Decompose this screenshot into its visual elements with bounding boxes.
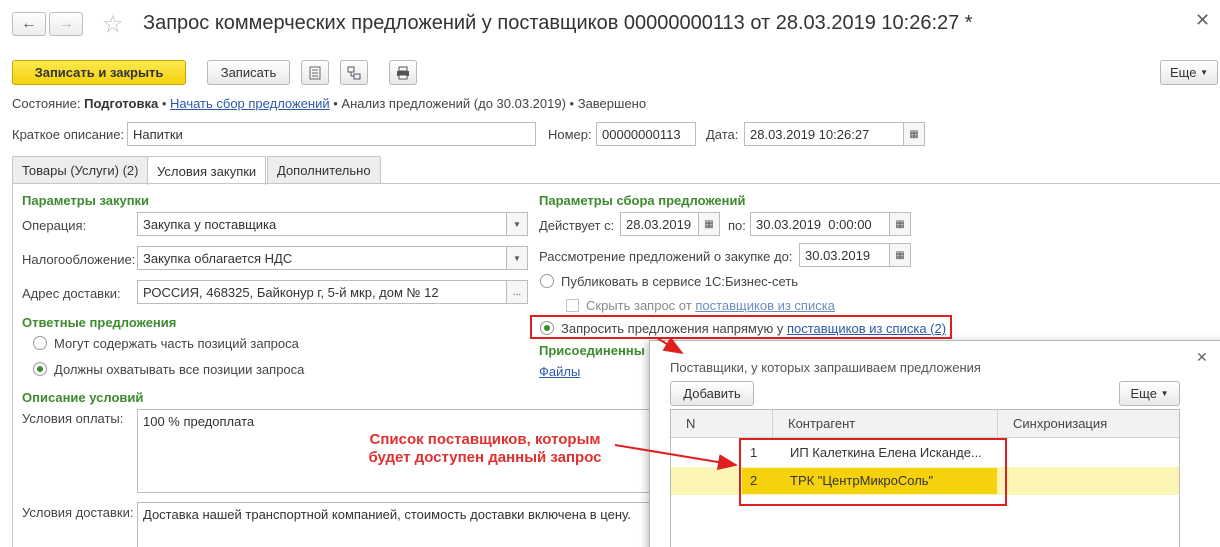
valid-from-field[interactable]: 28.03.2019 ▦	[620, 212, 720, 236]
column-header-n[interactable]: N	[671, 410, 773, 438]
status-analysis: Анализ предложений (до 30.03.2019)	[341, 96, 566, 111]
hide-text: Скрыть запрос от	[586, 298, 692, 313]
status-label: Состояние:	[12, 96, 81, 111]
status-line: Состояние: Подготовка • Начать сбор пред…	[12, 96, 647, 111]
number-label: Номер:	[548, 127, 592, 142]
calendar-icon[interactable]: ▦	[889, 244, 910, 266]
more-label: Еще	[1170, 65, 1197, 80]
tax-value: Закупка облагается НДС	[143, 251, 293, 266]
document-list-button[interactable]	[301, 60, 329, 85]
valid-to-value: 30.03.2019 0:00:00	[756, 217, 872, 232]
date-value: 28.03.2019 10:26:27	[750, 127, 870, 142]
print-button[interactable]	[389, 60, 417, 85]
annotation-line-1: Список поставщиков, которым	[369, 431, 601, 448]
delivery-textarea[interactable]: Доставка нашей транспортной компанией, с…	[137, 502, 657, 547]
page-title: Запрос коммерческих предложений у постав…	[143, 12, 973, 34]
valid-from-value: 28.03.2019	[626, 217, 692, 232]
collection-heading: Параметры сбора предложений	[539, 193, 746, 208]
chevron-down-icon[interactable]: ▼	[506, 247, 527, 269]
conditions-heading: Описание условий	[22, 390, 144, 405]
valid-to-field[interactable]: 30.03.2019 0:00:00 ▦	[750, 212, 911, 236]
structure-button[interactable]	[340, 60, 368, 85]
radio-all-label: Должны охватывать все позиции запроса	[54, 362, 305, 377]
review-date-field[interactable]: 30.03.2019 ▦	[799, 243, 911, 267]
rows-highlight-box	[739, 438, 1007, 506]
payment-label: Условия оплаты:	[22, 411, 124, 426]
tab-goods[interactable]: Товары (Услуги) (2)	[12, 156, 149, 184]
purchase-heading: Параметры закупки	[22, 193, 150, 208]
operation-select[interactable]: Закупка у поставщика ▼	[137, 212, 528, 236]
valid-to-label: по:	[728, 218, 746, 233]
attached-heading: Присоединенны	[539, 343, 645, 358]
forward-button[interactable]: →	[49, 12, 83, 36]
calendar-icon[interactable]: ▦	[698, 213, 719, 235]
radio-all[interactable]	[33, 362, 47, 376]
popup-more-label: Еще	[1130, 386, 1157, 401]
more-dots-icon[interactable]: ...	[506, 281, 527, 303]
radio-publish[interactable]	[540, 274, 554, 288]
radio-publish-label: Публиковать в сервисе 1С:Бизнес-сеть	[561, 274, 799, 289]
hide-suppliers-link[interactable]: поставщиков из списка	[695, 298, 835, 313]
status-current: Подготовка	[84, 96, 159, 111]
tab-additional[interactable]: Дополнительно	[267, 156, 381, 184]
popup-more-button[interactable]: Еще ▼	[1119, 381, 1180, 406]
status-done: Завершено	[577, 96, 647, 111]
address-field[interactable]: РОССИЯ, 468325, Байконур г, 5-й мкр, дом…	[137, 280, 528, 304]
hide-checkbox[interactable]	[566, 299, 579, 312]
start-collection-link[interactable]: Начать сбор предложений	[170, 96, 330, 111]
tab-purchase-conditions[interactable]: Условия закупки	[147, 156, 267, 185]
save-button[interactable]: Записать	[207, 60, 290, 85]
radio-partial-label: Могут содержать часть позиций запроса	[54, 336, 299, 351]
review-label: Рассмотрение предложений о закупке до:	[539, 249, 793, 264]
short-desc-field[interactable]: Напитки	[127, 122, 536, 146]
close-icon[interactable]: ✕	[1195, 10, 1210, 31]
valid-from-label: Действует с:	[539, 218, 615, 233]
address-label: Адрес доставки:	[22, 286, 121, 301]
arrow-right-icon: →	[58, 15, 74, 32]
popup-title: Поставщики, у которых запрашиваем предло…	[670, 360, 981, 375]
hide-label: Скрыть запрос от поставщиков из списка	[586, 298, 835, 313]
chevron-down-icon[interactable]: ▼	[506, 213, 527, 235]
short-desc-label: Краткое описание:	[12, 127, 125, 142]
files-link[interactable]: Файлы	[539, 364, 580, 379]
review-date-value: 30.03.2019	[805, 248, 871, 263]
save-and-close-button[interactable]: Записать и закрыть	[12, 60, 186, 85]
column-header-sync[interactable]: Синхронизация	[998, 410, 1179, 438]
delivery-label: Условия доставки:	[22, 505, 134, 520]
number-field[interactable]: 00000000113	[596, 122, 696, 146]
structure-icon	[347, 66, 361, 79]
add-button[interactable]: Добавить	[670, 381, 754, 406]
responses-heading: Ответные предложения	[22, 315, 177, 330]
arrow-left-icon: ←	[21, 15, 37, 32]
annotation-callout: Список поставщиков, которым будет доступ…	[357, 431, 613, 467]
calendar-icon[interactable]: ▦	[889, 213, 910, 235]
suppliers-popup: Поставщики, у которых запрашиваем предло…	[649, 340, 1220, 547]
chevron-down-icon: ▼	[1160, 389, 1169, 398]
tax-select[interactable]: Закупка облагается НДС ▼	[137, 246, 528, 270]
address-value: РОССИЯ, 468325, Байконур г, 5-й мкр, дом…	[143, 285, 439, 300]
radio-partial[interactable]	[33, 336, 47, 350]
date-label: Дата:	[706, 127, 739, 142]
highlight-box	[530, 315, 952, 339]
chevron-down-icon: ▼	[1200, 68, 1208, 77]
printer-icon	[397, 66, 409, 79]
favorite-star-icon[interactable]: ☆	[102, 10, 124, 39]
annotation-line-2: будет доступен данный запрос	[368, 449, 602, 466]
back-button[interactable]: ←	[12, 12, 46, 36]
calendar-icon[interactable]: ▦	[903, 123, 924, 145]
tax-label: Налогообложение:	[22, 252, 136, 267]
operation-label: Операция:	[22, 218, 87, 233]
date-field[interactable]: 28.03.2019 10:26:27 ▦	[744, 122, 925, 146]
close-icon[interactable]: ✕	[1196, 349, 1208, 366]
list-icon	[309, 66, 321, 79]
operation-value: Закупка у поставщика	[143, 217, 277, 232]
more-button[interactable]: Еще ▼	[1160, 60, 1218, 85]
column-header-counterparty[interactable]: Контрагент	[773, 410, 998, 438]
